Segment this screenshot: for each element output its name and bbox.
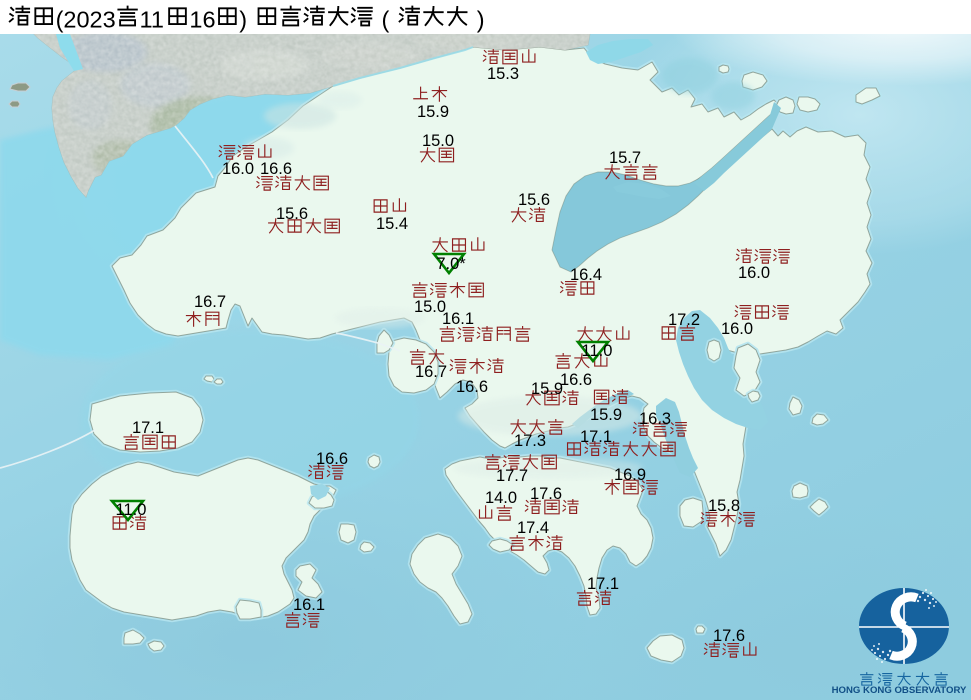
svg-text:17.2: 17.2 <box>668 311 700 329</box>
svg-text:15.0: 15.0 <box>422 132 454 150</box>
svg-text:15.9: 15.9 <box>590 406 622 424</box>
svg-text:16.6: 16.6 <box>316 450 348 468</box>
svg-text:15.6: 15.6 <box>276 205 308 223</box>
svg-text:7.0*: 7.0* <box>436 255 466 273</box>
svg-text:15.8: 15.8 <box>708 497 740 515</box>
svg-text:17.1: 17.1 <box>580 428 612 446</box>
svg-text:15.6: 15.6 <box>518 191 550 209</box>
svg-text:): ) <box>477 7 485 33</box>
svg-text:15.9: 15.9 <box>531 380 563 398</box>
svg-text:15.3: 15.3 <box>487 65 519 83</box>
svg-text:16.7: 16.7 <box>194 293 226 311</box>
svg-text:16.9: 16.9 <box>614 466 646 484</box>
svg-text:11: 11 <box>140 7 164 33</box>
svg-text:16.0: 16.0 <box>721 320 753 338</box>
svg-text:16.6: 16.6 <box>456 378 488 396</box>
svg-text:11.0: 11.0 <box>116 501 147 519</box>
svg-text:16.0: 16.0 <box>222 160 254 178</box>
svg-text:15.4: 15.4 <box>376 215 408 233</box>
svg-text:11.0: 11.0 <box>582 342 613 360</box>
svg-text:(: ( <box>382 7 390 33</box>
svg-text:15.9: 15.9 <box>417 103 449 121</box>
svg-text:HONG KONG OBSERVATORY: HONG KONG OBSERVATORY <box>832 685 967 696</box>
svg-text:17.4: 17.4 <box>517 519 549 537</box>
svg-text:(2023: (2023 <box>56 7 116 33</box>
svg-text:17.7: 17.7 <box>496 467 528 485</box>
svg-text:17.1: 17.1 <box>587 575 619 593</box>
svg-text:16.3: 16.3 <box>639 410 671 428</box>
svg-text:15.7: 15.7 <box>609 149 641 167</box>
svg-text:16.1: 16.1 <box>442 310 474 328</box>
svg-text:17.6: 17.6 <box>713 627 745 645</box>
svg-text:17.3: 17.3 <box>514 432 546 450</box>
svg-text:17.1: 17.1 <box>132 419 164 437</box>
svg-text:17.6: 17.6 <box>530 485 562 503</box>
svg-text:16: 16 <box>189 7 215 33</box>
svg-text:14.0: 14.0 <box>485 489 517 507</box>
svg-text:16.1: 16.1 <box>293 596 325 614</box>
svg-text:16.6: 16.6 <box>560 371 592 389</box>
svg-text:16.4: 16.4 <box>570 266 602 284</box>
svg-text:): ) <box>239 7 247 33</box>
svg-text:16.0: 16.0 <box>738 264 770 282</box>
svg-text:16.6: 16.6 <box>260 160 292 178</box>
svg-text:16.7: 16.7 <box>415 363 447 381</box>
